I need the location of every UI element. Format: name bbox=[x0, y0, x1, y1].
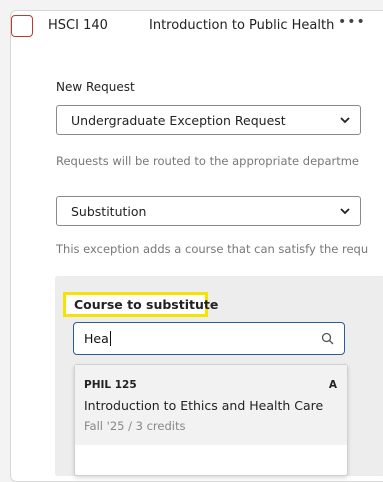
result-course-title: Introduction to Ethics and Health Care bbox=[84, 398, 324, 413]
request-type-select[interactable]: Undergraduate Exception Request bbox=[56, 105, 361, 135]
course-search-value: Hea bbox=[84, 331, 109, 346]
text-caret bbox=[109, 331, 111, 346]
search-results-dropdown: PHIL 125 A Introduction to Ethics and He… bbox=[74, 364, 348, 476]
course-code: HSCI 140 bbox=[48, 18, 108, 33]
result-course-code: PHIL 125 bbox=[84, 379, 137, 391]
request-type-value: Undergraduate Exception Request bbox=[71, 113, 286, 128]
routing-note: Requests will be routed to the appropria… bbox=[56, 154, 360, 168]
new-request-label: New Request bbox=[56, 80, 135, 94]
course-checkbox[interactable] bbox=[11, 15, 33, 37]
course-header: HSCI 140 Introduction to Public Health •… bbox=[11, 12, 383, 42]
course-search-input[interactable]: Hea bbox=[73, 322, 345, 355]
result-grade: A bbox=[328, 379, 337, 391]
chevron-down-icon bbox=[340, 208, 350, 215]
result-term-credits: Fall '25 / 3 credits bbox=[84, 419, 186, 433]
course-to-substitute-highlight: Course to substitute bbox=[63, 292, 218, 317]
exception-type-value: Substitution bbox=[71, 204, 147, 219]
exception-note: This exception adds a course that can sa… bbox=[56, 242, 369, 256]
exception-type-select[interactable]: Substitution bbox=[56, 196, 361, 226]
more-icon[interactable]: ••• bbox=[338, 14, 366, 30]
course-to-substitute-label: Course to substitute bbox=[74, 297, 219, 312]
course-name: Introduction to Public Health bbox=[149, 18, 335, 33]
chevron-down-icon bbox=[340, 117, 350, 124]
search-result-item[interactable]: PHIL 125 A Introduction to Ethics and He… bbox=[75, 365, 347, 445]
search-icon[interactable] bbox=[321, 332, 334, 345]
